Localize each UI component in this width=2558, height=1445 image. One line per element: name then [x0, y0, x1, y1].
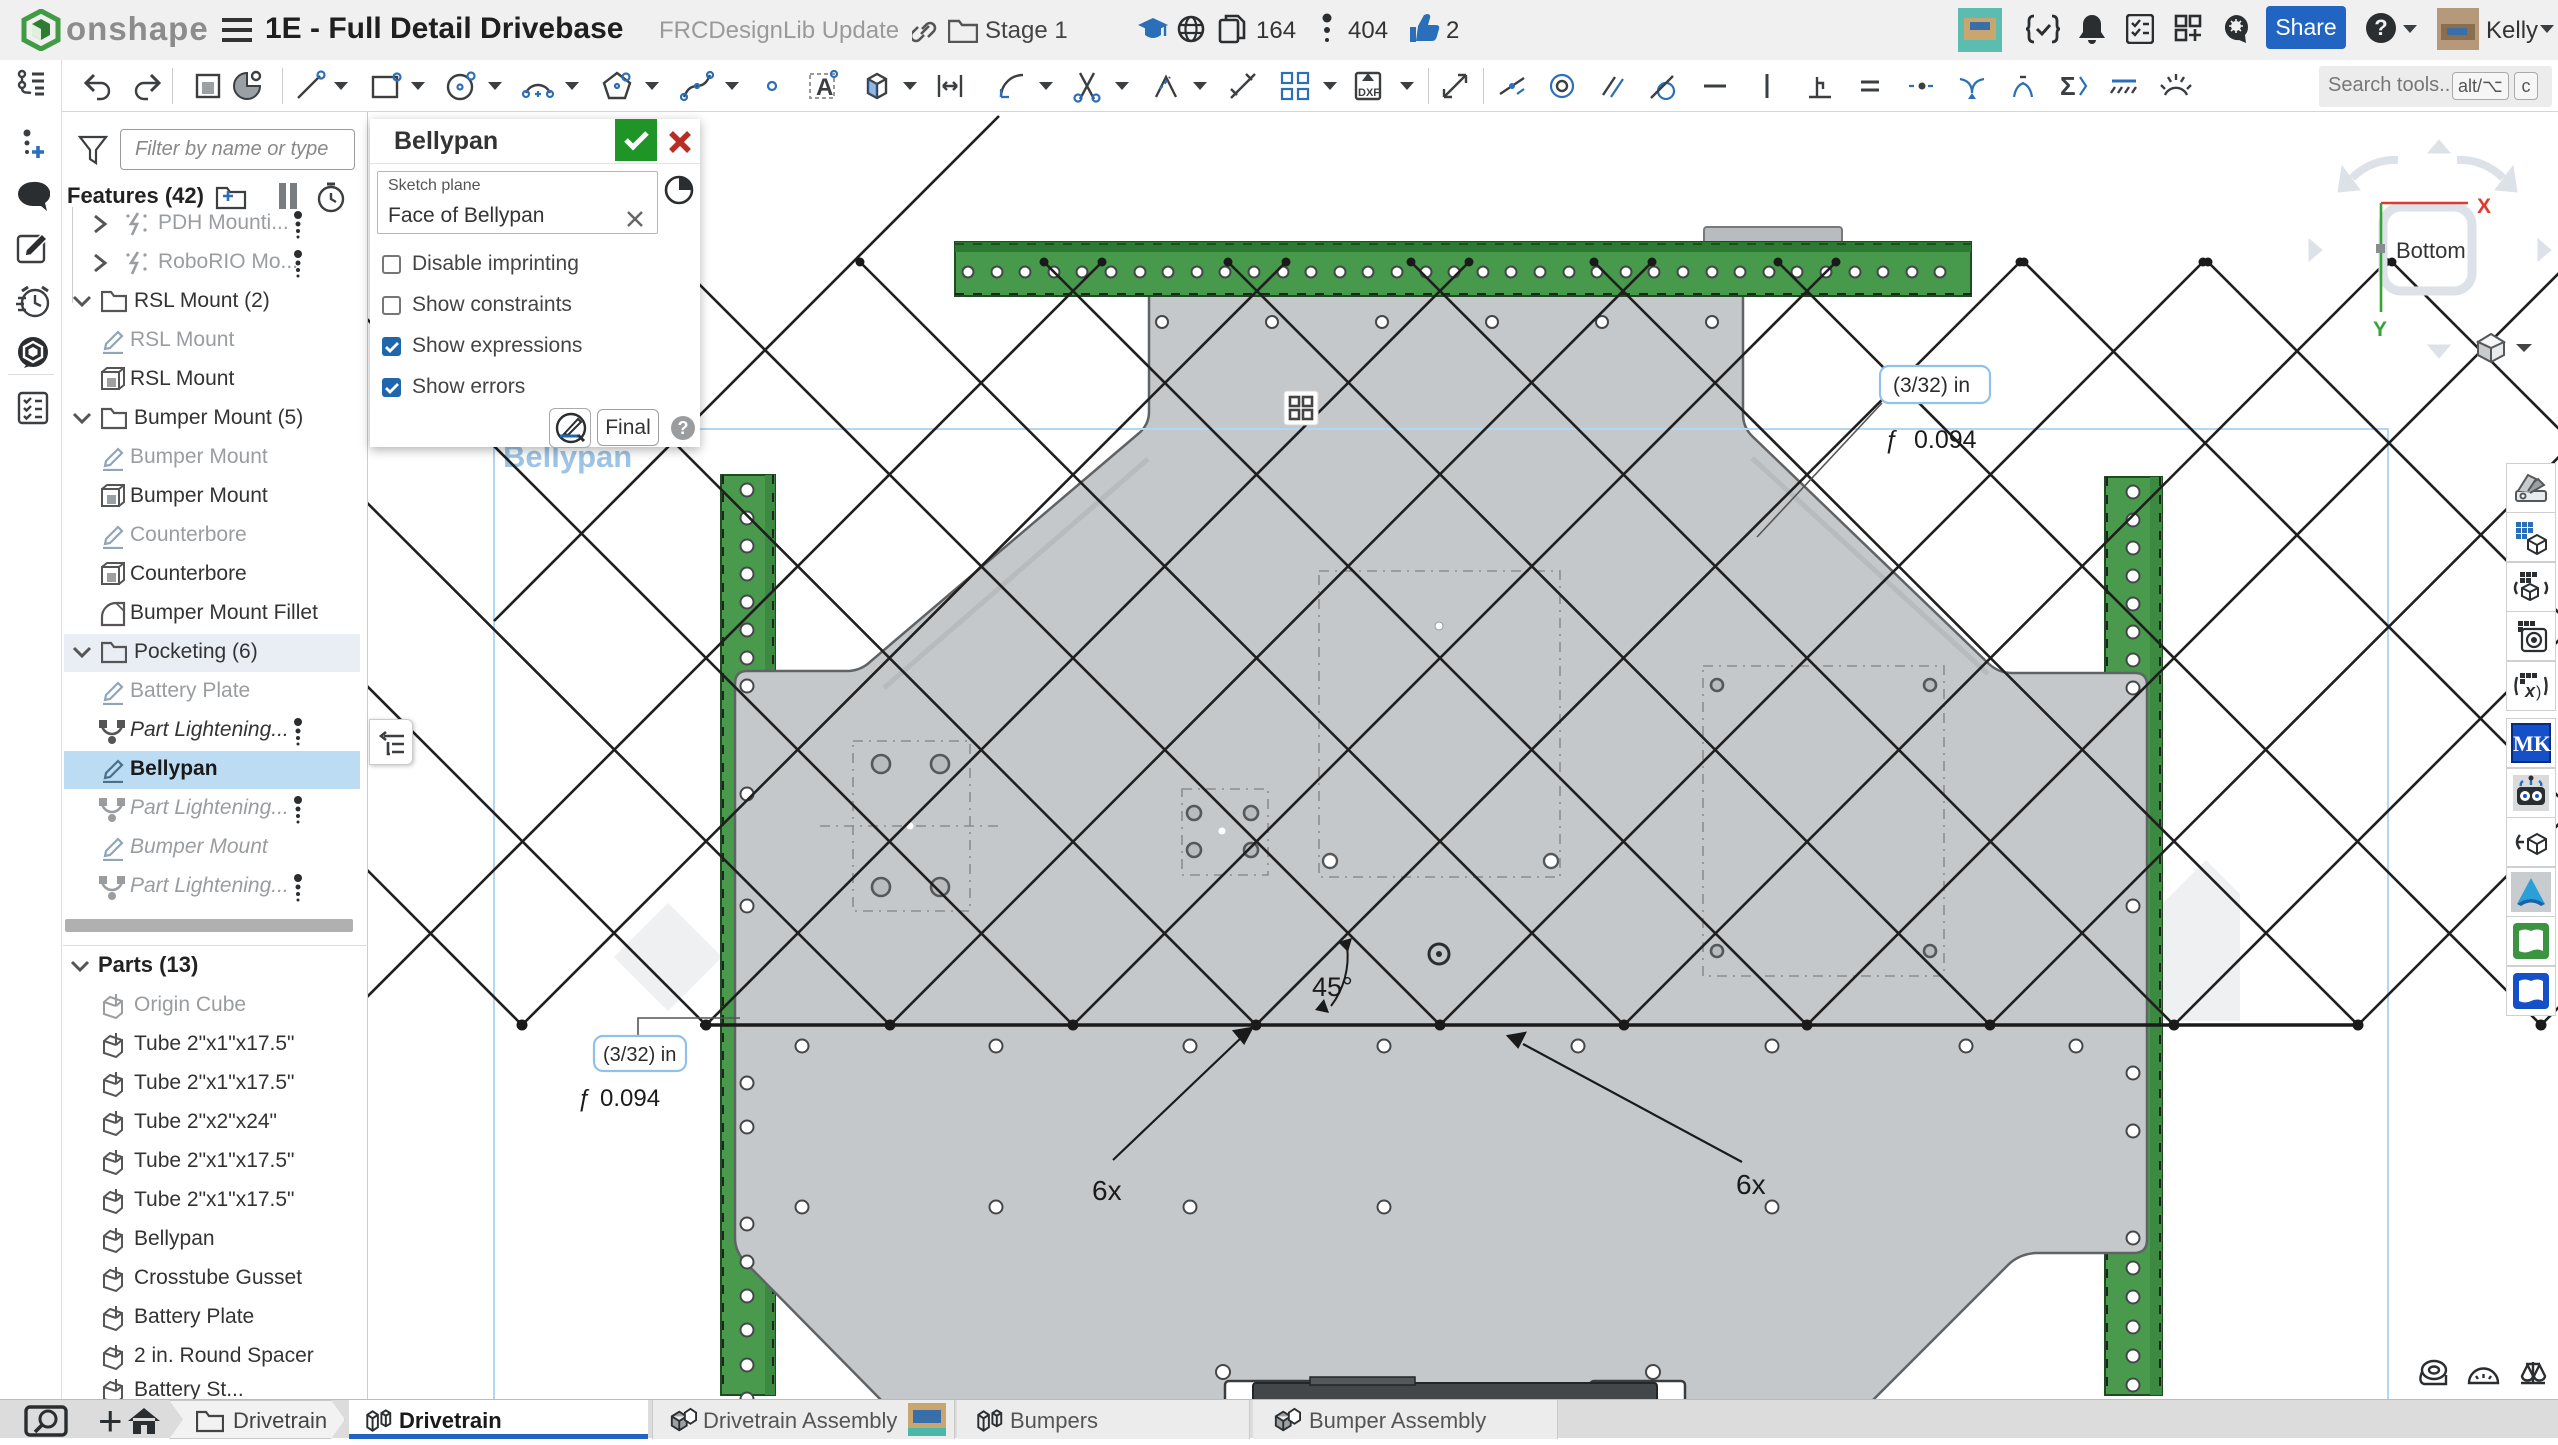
svg-text:ƒ: ƒ — [577, 1085, 590, 1112]
svg-text:Y: Y — [2373, 318, 2387, 341]
svg-text:0.094: 0.094 — [1914, 426, 1977, 454]
svg-text:6x: 6x — [1092, 1175, 1122, 1206]
svg-text:ƒ: ƒ — [1884, 426, 1898, 454]
svg-text:Σ: Σ — [2060, 71, 2076, 101]
svg-text:Bottom: Bottom — [2396, 238, 2466, 263]
svg-text:): ) — [2536, 684, 2541, 701]
svg-text:(3/32) in: (3/32) in — [603, 1044, 676, 1066]
svg-text:(3/32) in: (3/32) in — [1893, 374, 1970, 397]
svg-text:A: A — [816, 74, 833, 101]
svg-text:0.094: 0.094 — [600, 1085, 660, 1112]
svg-text:x: x — [2524, 681, 2536, 701]
svg-text:45°: 45° — [1312, 972, 1353, 1002]
svg-text:6x: 6x — [1736, 1169, 1766, 1200]
svg-text:X: X — [2477, 195, 2491, 218]
svg-text:DXF: DXF — [1358, 87, 1380, 99]
